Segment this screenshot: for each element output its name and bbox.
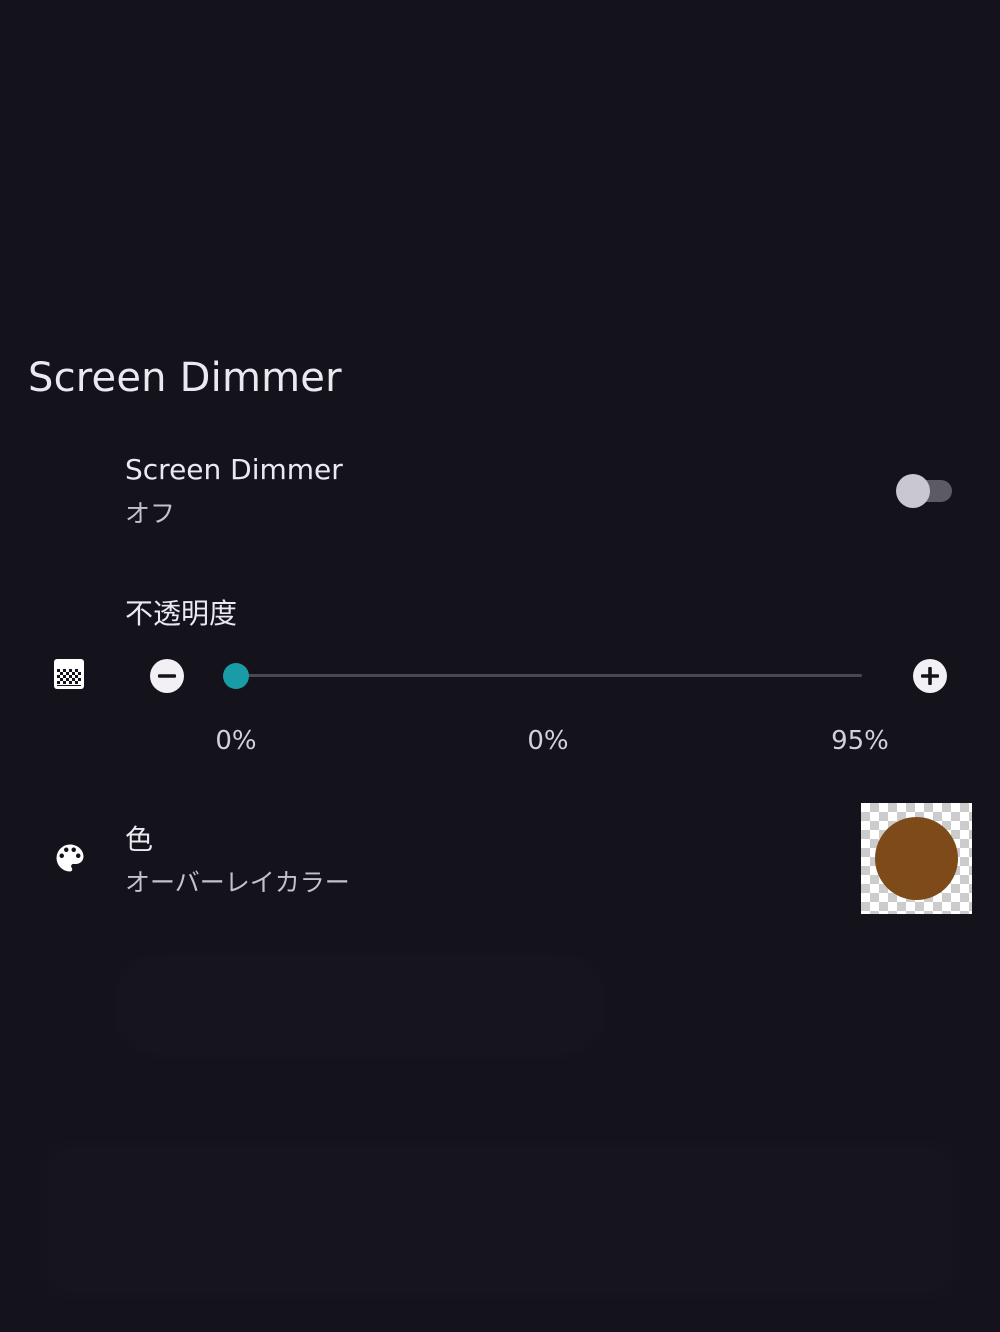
screen-dimmer-toggle[interactable] — [896, 474, 954, 508]
opacity-current-label: 0% — [527, 726, 569, 756]
palette-icon — [56, 844, 84, 872]
color-title: 色 — [125, 823, 154, 856]
background-ghost-panel — [40, 1140, 960, 1300]
decrease-opacity-button[interactable] — [149, 658, 185, 694]
slider-thumb[interactable] — [223, 663, 249, 689]
page-title: Screen Dimmer — [28, 355, 342, 401]
opacity-pattern-icon — [54, 659, 84, 689]
opacity-slider[interactable] — [222, 660, 872, 692]
opacity-min-label: 0% — [215, 726, 257, 756]
color-summary: オーバーレイカラー — [125, 868, 350, 897]
overlay-color-swatch[interactable] — [861, 803, 972, 914]
background-ghost-shape — [110, 950, 610, 1060]
screen-dimmer-summary: オフ — [125, 499, 176, 528]
toggle-thumb — [896, 474, 930, 508]
overlay-color-preview — [875, 817, 958, 900]
screen-dimmer-title: Screen Dimmer — [125, 453, 343, 486]
opacity-title: 不透明度 — [125, 597, 238, 630]
increase-opacity-button[interactable] — [912, 658, 948, 694]
slider-track — [236, 674, 862, 677]
opacity-max-label: 95% — [831, 726, 889, 756]
